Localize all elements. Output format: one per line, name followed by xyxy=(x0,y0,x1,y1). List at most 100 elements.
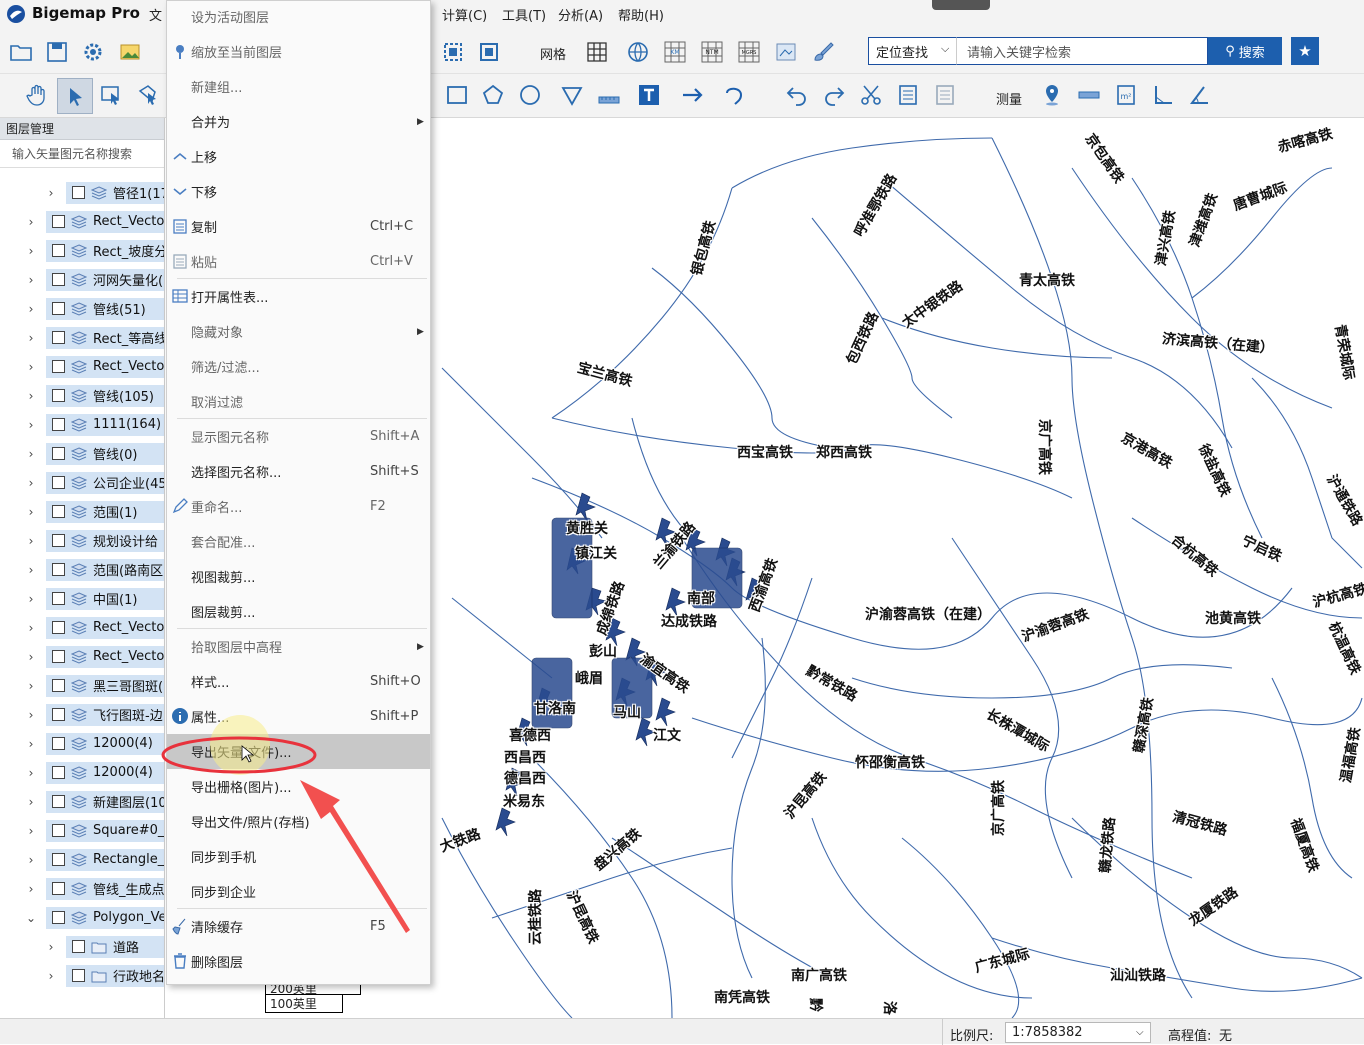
chevron-right-icon[interactable]: › xyxy=(24,650,38,664)
layer-visibility-checkbox[interactable] xyxy=(52,563,65,576)
menu-file[interactable]: 文 xyxy=(149,5,162,24)
chevron-right-icon[interactable]: › xyxy=(24,795,38,809)
layer-item[interactable]: Square#0_# xyxy=(46,819,164,842)
pan-hand-icon[interactable] xyxy=(24,82,50,108)
chevron-right-icon[interactable]: › xyxy=(24,447,38,461)
grid-icon[interactable] xyxy=(584,39,610,65)
menu-item[interactable]: 同步到企业 xyxy=(167,874,430,909)
layer-visibility-checkbox[interactable] xyxy=(52,592,65,605)
layer-row[interactable]: › Square#0_# xyxy=(24,816,164,845)
menu-item[interactable]: 套合配准... xyxy=(167,524,430,559)
chevron-right-icon[interactable]: › xyxy=(24,534,38,548)
layer-visibility-checkbox[interactable] xyxy=(52,853,65,866)
menu-item[interactable]: 复制 Ctrl+C xyxy=(167,209,430,244)
map-overlay-icon[interactable] xyxy=(773,39,799,65)
layer-row[interactable]: › 中国(1) xyxy=(24,584,164,613)
menu-item[interactable]: 新建组... xyxy=(167,69,430,104)
chevron-right-icon[interactable]: › xyxy=(24,273,38,287)
chevron-right-icon[interactable]: › xyxy=(24,302,38,316)
layer-item[interactable]: 规划设计给 xyxy=(46,529,164,552)
layer-visibility-checkbox[interactable] xyxy=(72,186,85,199)
chevron-right-icon[interactable]: › xyxy=(24,824,38,838)
layer-row[interactable]: › 飞行图斑-边 xyxy=(24,700,164,729)
menu-item[interactable]: 删除图层 xyxy=(167,944,430,979)
layer-item[interactable]: 范围(1) xyxy=(46,500,164,523)
layer-visibility-checkbox[interactable] xyxy=(52,418,65,431)
layer-item[interactable]: 新建图层(10 xyxy=(46,790,164,813)
mgrs-grid-icon[interactable]: MGRS xyxy=(736,39,762,65)
layer-visibility-checkbox[interactable] xyxy=(52,389,65,402)
ruler-icon[interactable] xyxy=(596,82,622,108)
layer-visibility-checkbox[interactable] xyxy=(52,737,65,750)
chevron-right-icon[interactable]: › xyxy=(24,737,38,751)
layer-row[interactable]: › 范围(1) xyxy=(24,497,164,526)
layer-search-input[interactable]: 输入矢量图元名称搜索 xyxy=(0,140,164,168)
layer-item[interactable]: Rect_Vecto xyxy=(46,616,164,639)
chevron-right-icon[interactable]: › xyxy=(24,244,38,258)
draw-rectangle-icon[interactable] xyxy=(444,82,470,108)
search-button[interactable]: ⚲ 搜索 xyxy=(1208,37,1282,65)
menu-item[interactable]: 拾取图层中高程 ▶ xyxy=(167,629,430,664)
layer-visibility-checkbox[interactable] xyxy=(52,360,65,373)
select-rect-icon[interactable] xyxy=(98,82,124,108)
favorite-star-icon[interactable]: ★ xyxy=(1291,37,1319,65)
layer-visibility-checkbox[interactable] xyxy=(52,476,65,489)
layer-visibility-checkbox[interactable] xyxy=(52,331,65,344)
measure-distance-icon[interactable] xyxy=(1076,82,1102,108)
layer-item[interactable]: Polygon_Ve xyxy=(46,906,164,929)
menu-item[interactable]: 下移 xyxy=(167,174,430,209)
layer-row[interactable]: › 管线(51) xyxy=(24,294,164,323)
settings-gear-icon[interactable] xyxy=(80,39,106,65)
layer-row[interactable]: › 1111(164) xyxy=(24,410,164,439)
menu-item[interactable]: 打开属性表... xyxy=(167,279,430,314)
draw-sector-icon[interactable] xyxy=(559,82,585,108)
layer-item[interactable]: 1111(164) xyxy=(46,413,164,436)
layer-item[interactable]: 管线(105) xyxy=(46,384,164,407)
layer-row[interactable]: › 公司企业(45 xyxy=(24,468,164,497)
chevron-right-icon[interactable]: › xyxy=(44,969,58,983)
menu-tools[interactable]: 工具(T) xyxy=(502,5,546,24)
scale-select[interactable]: 1:7858382 ⌵ xyxy=(1005,1022,1151,1043)
grid-label[interactable]: 网格 xyxy=(540,44,566,63)
chevron-right-icon[interactable]: › xyxy=(24,476,38,490)
layer-item[interactable]: 范围(路南区 xyxy=(46,558,164,581)
km-grid-icon[interactable]: KM xyxy=(662,39,688,65)
menu-item[interactable]: 取消过滤 xyxy=(167,384,430,419)
layer-item[interactable]: 中国(1) xyxy=(46,587,164,610)
arrow-tool-icon[interactable] xyxy=(680,82,706,108)
layer-item[interactable]: 12000(4) xyxy=(46,761,164,784)
layer-visibility-checkbox[interactable] xyxy=(52,215,65,228)
chevron-down-icon[interactable]: ⌄ xyxy=(24,911,38,925)
layer-visibility-checkbox[interactable] xyxy=(52,273,65,286)
layer-item[interactable]: Rect_等高线 xyxy=(46,326,164,349)
menu-item[interactable]: 隐藏对象 ▶ xyxy=(167,314,430,349)
location-pin-icon[interactable] xyxy=(1039,82,1065,108)
menu-item[interactable]: 属性... Shift+P xyxy=(167,699,430,734)
chevron-right-icon[interactable]: › xyxy=(24,215,38,229)
measure-label[interactable]: 测量 xyxy=(996,89,1022,108)
menu-item[interactable]: 导出文件/照片(存档) xyxy=(167,804,430,839)
layer-visibility-checkbox[interactable] xyxy=(52,447,65,460)
fullscreen-icon[interactable] xyxy=(476,39,502,65)
chevron-right-icon[interactable]: › xyxy=(24,621,38,635)
menu-item[interactable]: 图层裁剪... xyxy=(167,594,430,629)
layer-row[interactable]: › 黑三哥图斑( xyxy=(24,671,164,700)
layer-item[interactable]: 管线(0) xyxy=(46,442,164,465)
layer-row[interactable]: › Rect_等高线 xyxy=(24,323,164,352)
layer-row[interactable]: › Rect_坡度分 xyxy=(24,236,164,265)
chevron-right-icon[interactable]: › xyxy=(24,563,38,577)
layer-row[interactable]: › Rect_Vecto xyxy=(24,352,164,381)
layer-item[interactable]: Rect_Vecto xyxy=(46,355,164,378)
layer-visibility-checkbox[interactable] xyxy=(52,708,65,721)
layer-row[interactable]: › 12000(4) xyxy=(24,758,164,787)
chevron-right-icon[interactable]: › xyxy=(24,505,38,519)
menu-analysis[interactable]: 分析(A) xyxy=(558,5,603,24)
layer-row[interactable]: › 道路 xyxy=(44,932,164,961)
chevron-right-icon[interactable]: › xyxy=(44,186,58,200)
menu-item[interactable]: 筛选/过滤... xyxy=(167,349,430,384)
draw-polygon-icon[interactable] xyxy=(480,82,506,108)
layer-item[interactable]: 飞行图斑-边 xyxy=(46,703,164,726)
menu-item[interactable]: 导出矢量(文件)... xyxy=(167,734,430,769)
undo-icon[interactable] xyxy=(784,82,810,108)
menu-item[interactable]: 粘贴 Ctrl+V xyxy=(167,244,430,279)
